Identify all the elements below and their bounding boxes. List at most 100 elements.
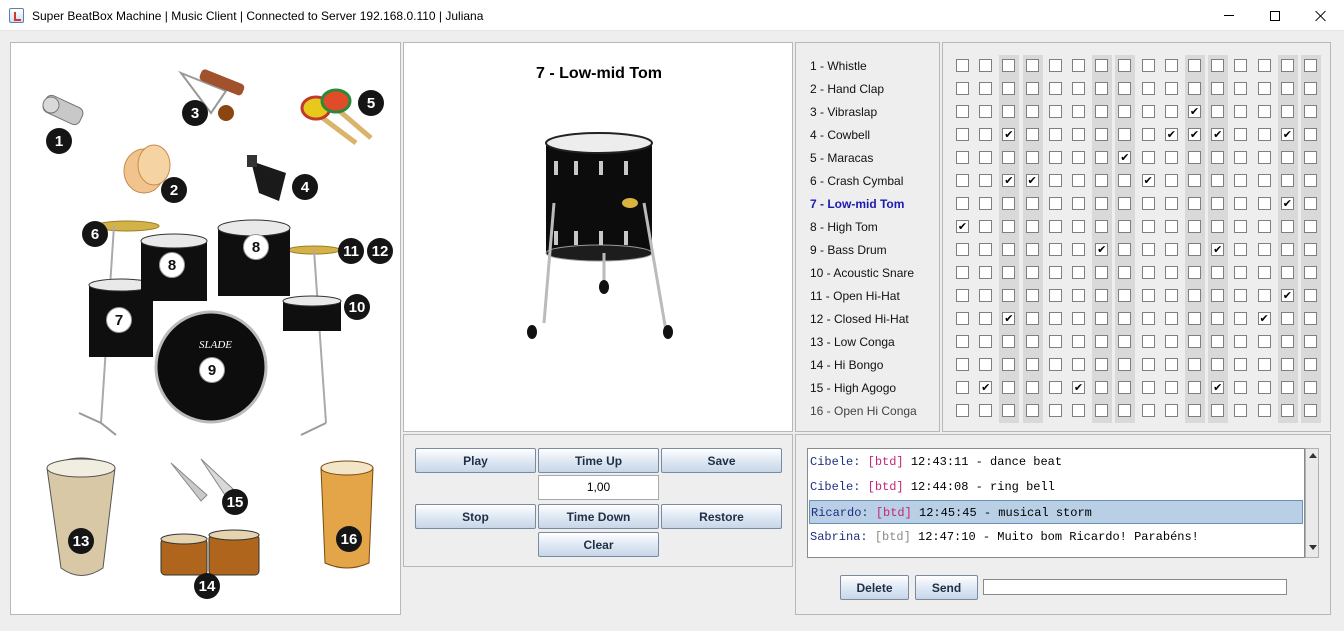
- beat-checkbox[interactable]: [1002, 335, 1016, 348]
- beat-checkbox[interactable]: [1164, 312, 1178, 325]
- beat-checkbox[interactable]: [1072, 220, 1085, 233]
- beat-checkbox[interactable]: [1048, 174, 1062, 187]
- beat-checkbox[interactable]: [1164, 289, 1178, 302]
- beat-checkbox[interactable]: [1025, 381, 1039, 394]
- beat-checkbox[interactable]: [1304, 243, 1317, 256]
- beat-checkbox[interactable]: [1002, 266, 1016, 279]
- beat-checkbox[interactable]: ✔: [979, 381, 993, 394]
- beat-checkbox[interactable]: [1048, 82, 1062, 95]
- beat-checkbox[interactable]: [1211, 289, 1225, 302]
- beat-checkbox[interactable]: ✔: [1164, 128, 1178, 141]
- beat-checkbox[interactable]: [1072, 105, 1085, 118]
- beat-checkbox[interactable]: [1164, 197, 1178, 210]
- beat-checkbox[interactable]: [1002, 197, 1016, 210]
- beat-checkbox[interactable]: [979, 358, 993, 371]
- beat-checkbox[interactable]: [1234, 404, 1248, 417]
- beat-checkbox[interactable]: [1304, 59, 1317, 72]
- beat-checkbox[interactable]: [1025, 243, 1039, 256]
- beat-checkbox[interactable]: [1141, 404, 1155, 417]
- beat-checkbox[interactable]: [1304, 335, 1317, 348]
- delete-button[interactable]: Delete: [840, 575, 909, 600]
- beat-checkbox[interactable]: [1211, 105, 1225, 118]
- beat-checkbox[interactable]: [1095, 59, 1109, 72]
- clear-button[interactable]: Clear: [538, 532, 659, 557]
- beat-checkbox[interactable]: [956, 335, 969, 348]
- beat-checkbox[interactable]: [1095, 289, 1109, 302]
- beat-checkbox[interactable]: [1304, 266, 1317, 279]
- tempo-field[interactable]: 1,00: [538, 475, 659, 500]
- beat-checkbox[interactable]: [1095, 220, 1109, 233]
- instrument-item[interactable]: 11 - Open Hi-Hat: [810, 285, 900, 308]
- beat-checkbox[interactable]: [1257, 335, 1271, 348]
- beat-checkbox[interactable]: [1234, 289, 1248, 302]
- beat-checkbox[interactable]: [1280, 220, 1294, 233]
- beat-checkbox[interactable]: [1141, 312, 1155, 325]
- beat-checkbox[interactable]: [1257, 220, 1271, 233]
- beat-checkbox[interactable]: ✔: [1118, 151, 1132, 164]
- beat-checkbox[interactable]: [1095, 151, 1109, 164]
- beat-checkbox[interactable]: ✔: [1280, 289, 1294, 302]
- beat-checkbox[interactable]: [1188, 381, 1201, 394]
- beat-checkbox[interactable]: [1118, 174, 1132, 187]
- beat-checkbox[interactable]: [1095, 197, 1109, 210]
- beat-checkbox[interactable]: [1234, 335, 1248, 348]
- beat-checkbox[interactable]: [1304, 381, 1317, 394]
- beat-checkbox[interactable]: ✔: [1072, 381, 1085, 394]
- beat-checkbox[interactable]: [1188, 82, 1201, 95]
- beat-checkbox[interactable]: [1141, 151, 1155, 164]
- beat-checkbox[interactable]: [956, 128, 969, 141]
- instrument-item[interactable]: 9 - Bass Drum: [810, 239, 887, 262]
- instrument-item[interactable]: 4 - Cowbell: [810, 124, 870, 147]
- beat-checkbox[interactable]: [1072, 82, 1085, 95]
- beat-checkbox[interactable]: [1257, 243, 1271, 256]
- beat-checkbox[interactable]: [1002, 243, 1016, 256]
- chat-message-list[interactable]: Cibele: [btd] 12:43:11 - dance beat Cibel…: [807, 448, 1305, 558]
- beat-checkbox[interactable]: [1025, 105, 1039, 118]
- beat-checkbox[interactable]: [1002, 82, 1016, 95]
- play-button[interactable]: Play: [415, 448, 536, 473]
- beat-checkbox[interactable]: [1188, 289, 1201, 302]
- beat-checkbox[interactable]: [956, 151, 969, 164]
- beat-checkbox[interactable]: [1304, 197, 1317, 210]
- beat-checkbox[interactable]: [1095, 128, 1109, 141]
- beat-checkbox[interactable]: [1234, 197, 1248, 210]
- beat-checkbox[interactable]: [1280, 105, 1294, 118]
- beat-checkbox[interactable]: [1188, 243, 1201, 256]
- instrument-item[interactable]: 2 - Hand Clap: [810, 78, 884, 101]
- beat-checkbox[interactable]: [1304, 312, 1317, 325]
- beat-checkbox[interactable]: [1211, 358, 1225, 371]
- beat-checkbox[interactable]: [1118, 381, 1132, 394]
- beat-checkbox[interactable]: [1211, 335, 1225, 348]
- beat-checkbox[interactable]: [1141, 59, 1155, 72]
- beat-checkbox[interactable]: [956, 197, 969, 210]
- beat-checkbox[interactable]: [1164, 266, 1178, 279]
- beat-checkbox[interactable]: [1025, 197, 1039, 210]
- maximize-button[interactable]: [1252, 0, 1298, 31]
- beat-checkbox[interactable]: [1164, 358, 1178, 371]
- beat-checkbox[interactable]: [1188, 151, 1201, 164]
- instrument-item[interactable]: 15 - High Agogo: [810, 377, 896, 400]
- beat-checkbox[interactable]: [956, 404, 969, 417]
- beat-checkbox[interactable]: [1118, 59, 1132, 72]
- beat-checkbox[interactable]: [1211, 404, 1225, 417]
- beat-checkbox[interactable]: [1164, 335, 1178, 348]
- beat-checkbox[interactable]: ✔: [1141, 174, 1155, 187]
- beat-checkbox[interactable]: [1280, 335, 1294, 348]
- beat-checkbox[interactable]: [1141, 381, 1155, 394]
- beat-checkbox[interactable]: [1257, 404, 1271, 417]
- beat-checkbox[interactable]: [1118, 197, 1132, 210]
- beat-checkbox[interactable]: [1118, 128, 1132, 141]
- beat-checkbox[interactable]: [1188, 312, 1201, 325]
- beat-checkbox[interactable]: [1048, 312, 1062, 325]
- beat-checkbox[interactable]: [1141, 197, 1155, 210]
- beat-checkbox[interactable]: [1280, 381, 1294, 394]
- beat-checkbox[interactable]: [1141, 128, 1155, 141]
- beat-checkbox[interactable]: [1211, 82, 1225, 95]
- beat-checkbox[interactable]: [1095, 266, 1109, 279]
- beat-checkbox[interactable]: [1025, 151, 1039, 164]
- beat-checkbox[interactable]: [1002, 289, 1016, 302]
- beat-checkbox[interactable]: [1141, 358, 1155, 371]
- beat-checkbox[interactable]: [1188, 358, 1201, 371]
- beat-checkbox[interactable]: [1164, 151, 1178, 164]
- beat-checkbox[interactable]: [1118, 266, 1132, 279]
